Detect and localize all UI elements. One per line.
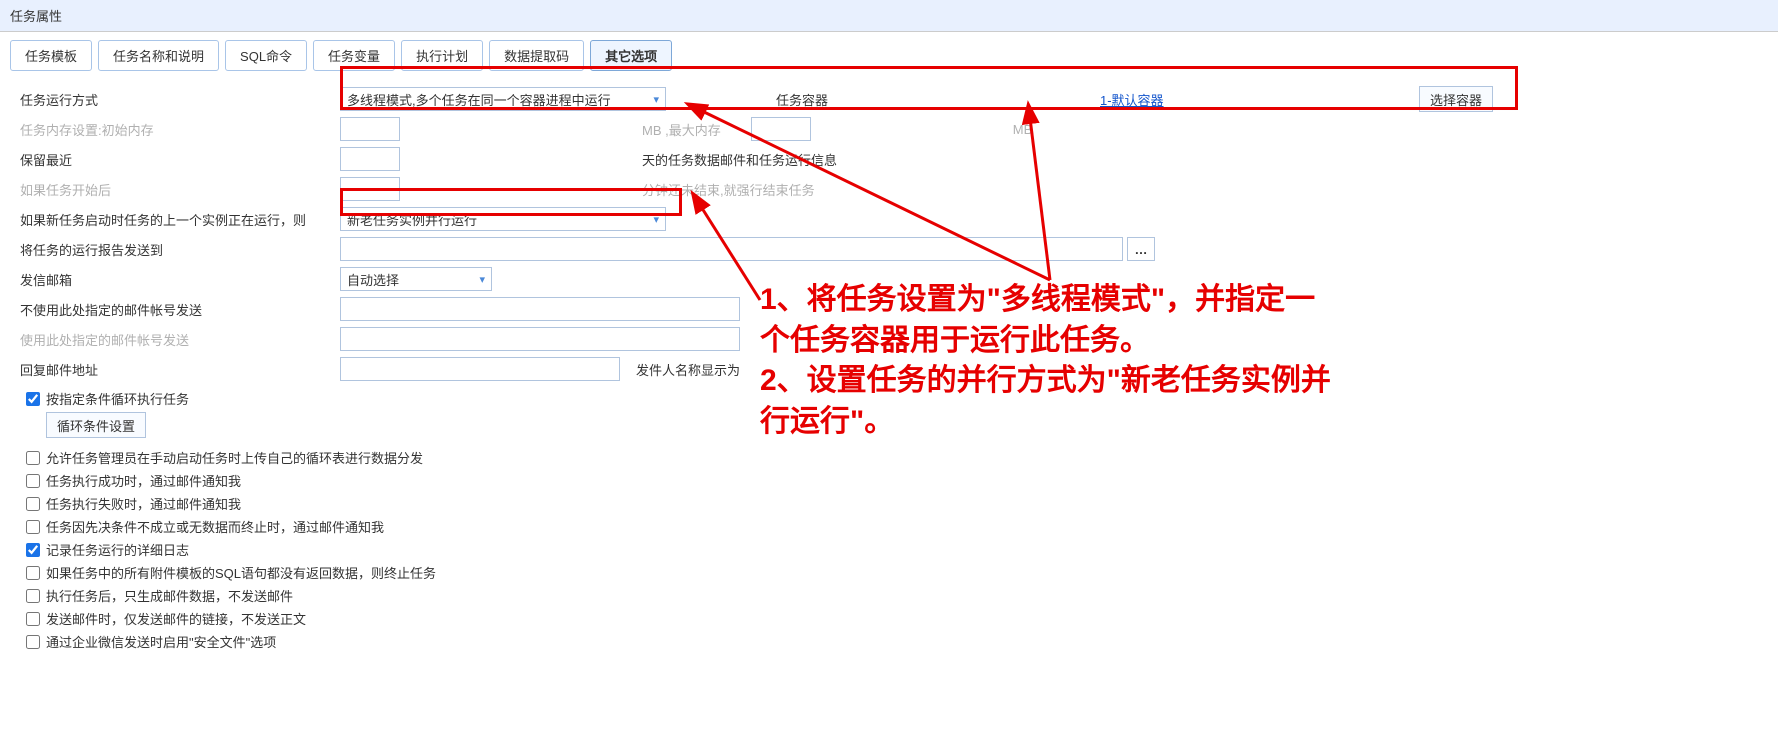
checkbox-c7-row[interactable]: 执行任务后，只生成邮件数据，不发送邮件 bbox=[26, 586, 1758, 605]
checkbox-c4[interactable] bbox=[26, 520, 40, 534]
nouse-input[interactable] bbox=[340, 297, 740, 321]
checkbox-c9-row[interactable]: 通过企业微信发送时启用"安全文件"选项 bbox=[26, 632, 1758, 651]
concurrent-value: 新老任务实例并行运行 bbox=[347, 210, 477, 229]
initial-memory-input[interactable] bbox=[340, 117, 400, 141]
checkbox-c7[interactable] bbox=[26, 589, 40, 603]
checkbox-c5-row[interactable]: 记录任务运行的详细日志 bbox=[26, 540, 1758, 559]
checkbox-c9-label: 通过企业微信发送时启用"安全文件"选项 bbox=[46, 632, 276, 651]
tab-name-desc[interactable]: 任务名称和说明 bbox=[98, 40, 219, 71]
reply-label: 回复邮件地址 bbox=[20, 360, 340, 379]
checkbox-c9[interactable] bbox=[26, 635, 40, 649]
checkbox-loop[interactable] bbox=[26, 392, 40, 406]
tab-template[interactable]: 任务模板 bbox=[10, 40, 92, 71]
tab-variables[interactable]: 任务变量 bbox=[313, 40, 395, 71]
sender-label: 发信邮箱 bbox=[20, 270, 340, 289]
nouse-label: 不使用此处指定的邮件帐号发送 bbox=[20, 300, 340, 319]
checkbox-loop-label: 按指定条件循环执行任务 bbox=[46, 389, 189, 408]
checkbox-c1-row[interactable]: 允许任务管理员在手动启动任务时上传自己的循环表进行数据分发 bbox=[26, 448, 1758, 467]
timeout-suffix: 分钟还未结束,就强行结束任务 bbox=[642, 180, 815, 199]
checkbox-c8[interactable] bbox=[26, 612, 40, 626]
form-area: 任务运行方式 多线程模式,多个任务在同一个容器进程中运行 ▾ 任务容器 1-默认… bbox=[0, 71, 1778, 665]
tab-schedule[interactable]: 执行计划 bbox=[401, 40, 483, 71]
checkbox-loop-row[interactable]: 按指定条件循环执行任务 bbox=[26, 389, 1758, 408]
chevron-down-icon: ▾ bbox=[479, 273, 485, 286]
run-mode-label: 任务运行方式 bbox=[20, 90, 340, 109]
tab-other[interactable]: 其它选项 bbox=[590, 40, 672, 71]
mem-unit1: MB ,最大内存 bbox=[642, 120, 721, 139]
mem-unit2: MB bbox=[1013, 122, 1033, 137]
checkbox-c8-row[interactable]: 发送邮件时，仅发送邮件的链接，不发送正文 bbox=[26, 609, 1758, 628]
checkbox-c6[interactable] bbox=[26, 566, 40, 580]
concurrent-select[interactable]: 新老任务实例并行运行 ▾ bbox=[340, 207, 666, 231]
checkbox-c3-row[interactable]: 任务执行失败时，通过邮件通知我 bbox=[26, 494, 1758, 513]
reply-input[interactable] bbox=[340, 357, 620, 381]
keep-days-input[interactable] bbox=[340, 147, 400, 171]
loop-condition-button[interactable]: 循环条件设置 bbox=[46, 412, 146, 438]
chevron-down-icon: ▾ bbox=[653, 213, 659, 226]
use-input[interactable] bbox=[340, 327, 740, 351]
checkbox-c2[interactable] bbox=[26, 474, 40, 488]
tab-extract[interactable]: 数据提取码 bbox=[489, 40, 584, 71]
checkbox-c1[interactable] bbox=[26, 451, 40, 465]
checkbox-c7-label: 执行任务后，只生成邮件数据，不发送邮件 bbox=[46, 586, 293, 605]
checkbox-c6-row[interactable]: 如果任务中的所有附件模板的SQL语句都没有返回数据，则终止任务 bbox=[26, 563, 1758, 582]
sender-select[interactable]: 自动选择 ▾ bbox=[340, 267, 492, 291]
checkbox-c6-label: 如果任务中的所有附件模板的SQL语句都没有返回数据，则终止任务 bbox=[46, 563, 436, 582]
container-label: 任务容器 bbox=[776, 90, 1076, 109]
tab-sql[interactable]: SQL命令 bbox=[225, 40, 307, 71]
timeout-label: 如果任务开始后 bbox=[20, 180, 340, 199]
tabs-bar: 任务模板 任务名称和说明 SQL命令 任务变量 执行计划 数据提取码 其它选项 bbox=[0, 32, 1778, 71]
checkbox-c8-label: 发送邮件时，仅发送邮件的链接，不发送正文 bbox=[46, 609, 306, 628]
checkbox-c4-label: 任务因先决条件不成立或无数据而终止时，通过邮件通知我 bbox=[46, 517, 384, 536]
use-label: 使用此处指定的邮件帐号发送 bbox=[20, 330, 340, 349]
chevron-down-icon: ▾ bbox=[653, 93, 659, 106]
report-browse-button[interactable]: … bbox=[1127, 237, 1155, 261]
run-mode-value: 多线程模式,多个任务在同一个容器进程中运行 bbox=[347, 90, 611, 109]
keep-label: 保留最近 bbox=[20, 150, 340, 169]
select-container-button[interactable]: 选择容器 bbox=[1419, 86, 1493, 112]
report-input[interactable] bbox=[340, 237, 1123, 261]
sendername-label: 发件人名称显示为 bbox=[636, 360, 740, 379]
checkbox-c3[interactable] bbox=[26, 497, 40, 511]
memory-label: 任务内存设置:初始内存 bbox=[20, 120, 340, 139]
checkbox-c3-label: 任务执行失败时，通过邮件通知我 bbox=[46, 494, 241, 513]
run-mode-select[interactable]: 多线程模式,多个任务在同一个容器进程中运行 ▾ bbox=[340, 87, 666, 111]
container-link[interactable]: 1-默认容器 bbox=[1100, 93, 1164, 108]
checkbox-c5[interactable] bbox=[26, 543, 40, 557]
checkbox-c4-row[interactable]: 任务因先决条件不成立或无数据而终止时，通过邮件通知我 bbox=[26, 517, 1758, 536]
checkbox-c5-label: 记录任务运行的详细日志 bbox=[46, 540, 189, 559]
concurrent-label: 如果新任务启动时任务的上一个实例正在运行，则 bbox=[20, 210, 340, 229]
checkbox-c2-row[interactable]: 任务执行成功时，通过邮件通知我 bbox=[26, 471, 1758, 490]
panel-title: 任务属性 bbox=[0, 0, 1778, 32]
checkbox-c1-label: 允许任务管理员在手动启动任务时上传自己的循环表进行数据分发 bbox=[46, 448, 423, 467]
timeout-input[interactable] bbox=[340, 177, 400, 201]
sender-value: 自动选择 bbox=[347, 270, 399, 289]
checkbox-c2-label: 任务执行成功时，通过邮件通知我 bbox=[46, 471, 241, 490]
report-label: 将任务的运行报告发送到 bbox=[20, 240, 340, 259]
max-memory-input[interactable] bbox=[751, 117, 811, 141]
keep-suffix: 天的任务数据邮件和任务运行信息 bbox=[642, 150, 837, 169]
